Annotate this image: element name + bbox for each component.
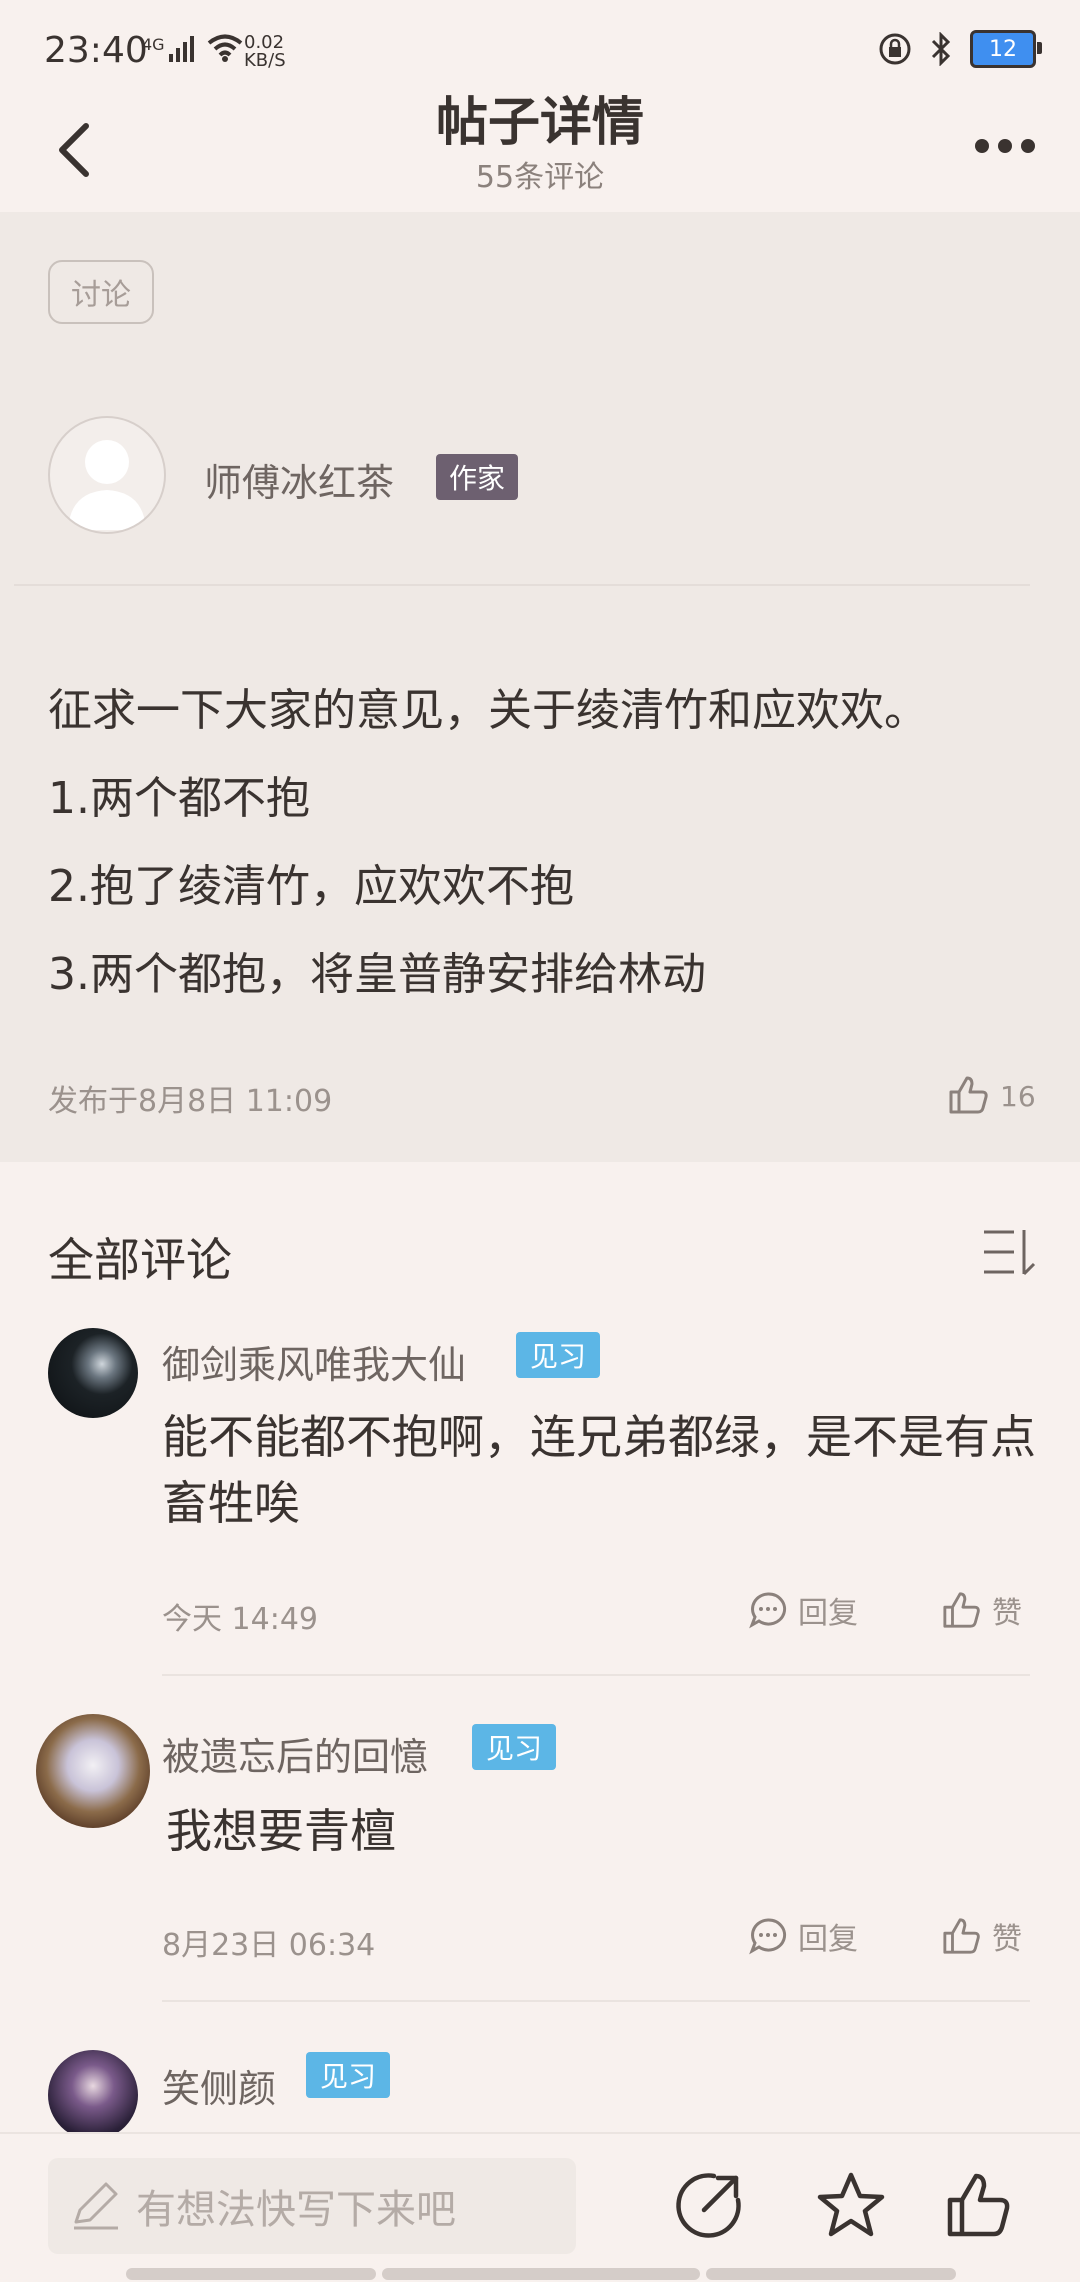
comment-input[interactable]: 有想法快写下来吧 [48, 2158, 576, 2254]
post-publish-time: 发布于8月8日 11:09 [48, 1084, 333, 1119]
like-label: 赞 [992, 1922, 1022, 1957]
gesture-bar [126, 2268, 376, 2280]
commenter-avatar[interactable] [48, 1328, 138, 1418]
post-like-count: 16 [1000, 1080, 1036, 1113]
comments-title: 全部评论 [48, 1233, 232, 1287]
status-right-icons: 12 [878, 30, 1042, 68]
like-label: 赞 [992, 1596, 1022, 1631]
comment-time: 今天 14:49 [162, 1602, 318, 1637]
pen-icon [74, 2182, 118, 2230]
thumbs-up-icon [943, 1918, 980, 1954]
author-badge: 作家 [436, 454, 518, 500]
comment-bubble-icon [749, 1918, 787, 1955]
commenter-name[interactable]: 被遗忘后的回憶 [162, 1726, 428, 1781]
gesture-bar [706, 2268, 956, 2280]
level-badge: 见习 [472, 1724, 557, 1770]
comment-count: 55条评论 [475, 160, 605, 195]
comment-bubble-icon [749, 1592, 787, 1629]
lock-rotation-icon [879, 33, 911, 65]
share-icon[interactable] [674, 2170, 744, 2240]
post-tag[interactable]: 讨论 [48, 260, 154, 324]
battery-level: 12 [989, 36, 1017, 62]
commenter-avatar[interactable] [36, 1714, 150, 1828]
post-text-line: 3.两个都抱，将皇普静安排给林动 [48, 949, 706, 1000]
gesture-bar [382, 2268, 700, 2280]
like-button[interactable]: 赞 [942, 1914, 1022, 1958]
sort-icon[interactable] [982, 1226, 1036, 1278]
comment-time: 8月23日 06:34 [162, 1928, 376, 1963]
post-text-line: 征求一下大家的意见，关于绫清竹和应欢欢。 [48, 685, 928, 736]
commenter-name[interactable]: 御剑乘风唯我大仙 [162, 1334, 466, 1389]
wifi-icon [207, 34, 242, 62]
reply-button[interactable]: 回复 [748, 1588, 858, 1632]
more-icon[interactable] [974, 136, 1036, 156]
post-text-line: 2.抱了绫清竹，应欢欢不抱 [48, 861, 574, 912]
commenter-name[interactable]: 笑侧颜 [162, 2058, 276, 2113]
speed-unit: KB/S [244, 50, 286, 71]
author-avatar[interactable] [48, 416, 166, 534]
commenter-avatar[interactable] [48, 2050, 138, 2140]
bluetooth-icon [931, 32, 951, 66]
thumbs-up-icon[interactable] [944, 2170, 1014, 2240]
comment-text: 能不能都不抱啊，连兄弟都绿，是不是有点畜牲唉 [162, 1410, 1036, 1530]
reply-button[interactable]: 回复 [748, 1914, 858, 1958]
like-button[interactable]: 赞 [942, 1588, 1022, 1632]
post-text-line: 1.两个都不抱 [48, 773, 310, 824]
signal-icon [168, 36, 194, 62]
post-author-name[interactable]: 师傅冰红茶 [204, 452, 394, 507]
network-speed: 0.02 KB/S [244, 34, 286, 70]
network-indicator: 4G [142, 34, 243, 62]
divider [162, 1674, 1030, 1676]
page-title: 帖子详情 [435, 93, 644, 153]
level-badge: 见习 [516, 1332, 601, 1378]
divider [14, 584, 1030, 586]
status-time: 23:40 [44, 30, 148, 71]
thumbs-up-icon [943, 1592, 980, 1628]
reply-label: 回复 [798, 1922, 858, 1957]
battery-icon: 12 [970, 30, 1042, 68]
divider [162, 2000, 1030, 2002]
comment-text: 我想要青檀 [166, 1804, 396, 1858]
level-badge: 见习 [306, 2052, 391, 2098]
thumbs-up-icon[interactable] [948, 1074, 990, 1116]
input-placeholder: 有想法快写下来吧 [136, 2187, 456, 2233]
star-icon[interactable] [816, 2170, 886, 2240]
reply-label: 回复 [798, 1596, 858, 1631]
network-label: 4G [142, 35, 165, 54]
default-avatar-icon [68, 440, 146, 530]
